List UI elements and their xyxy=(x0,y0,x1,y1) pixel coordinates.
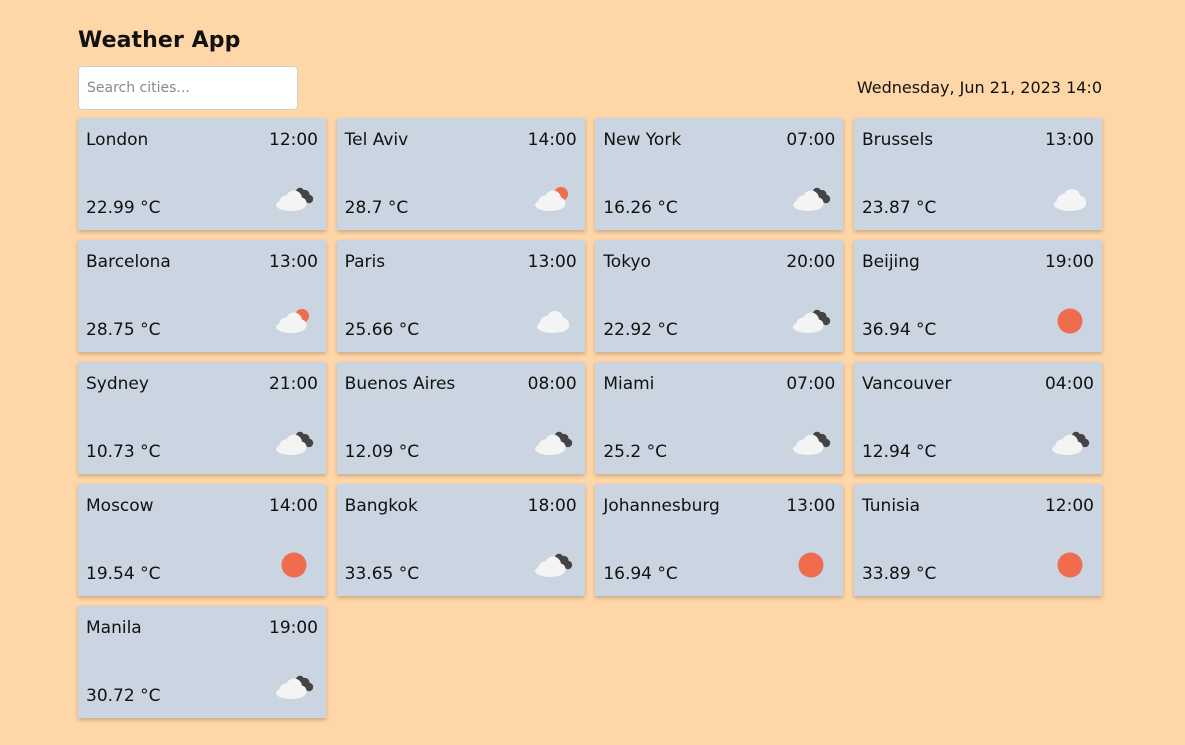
sun-icon xyxy=(1050,302,1090,336)
city-time: 21:00 xyxy=(269,374,318,394)
city-card[interactable]: Buenos Aires 08:00 12.09 °C xyxy=(336,362,585,474)
city-temperature: 33.65 °C xyxy=(344,564,420,584)
city-temperature: 12.09 °C xyxy=(344,442,420,462)
city-card[interactable]: Manila 19:00 30.72 °C xyxy=(78,606,326,718)
broken-clouds-icon xyxy=(274,180,314,214)
city-card[interactable]: Paris 13:00 25.66 °C xyxy=(336,240,585,352)
app-title: Weather App xyxy=(78,28,241,53)
city-name: Moscow xyxy=(86,496,154,516)
city-time: 19:00 xyxy=(1044,252,1094,272)
city-temperature: 23.87 °C xyxy=(861,198,937,218)
city-name: New York xyxy=(603,130,682,150)
city-name: Bangkok xyxy=(344,496,418,516)
sun-icon xyxy=(274,546,314,580)
cloud-icon xyxy=(533,302,573,336)
city-time: 14:00 xyxy=(269,496,318,516)
city-time: 08:00 xyxy=(527,374,577,394)
city-name: Paris xyxy=(344,252,386,272)
city-card[interactable]: Barcelona 13:00 28.75 °C xyxy=(78,240,326,352)
city-time: 13:00 xyxy=(1044,130,1094,150)
city-card[interactable]: Bangkok 18:00 33.65 °C xyxy=(336,484,585,596)
sun-icon xyxy=(791,546,831,580)
city-temperature: 25.2 °C xyxy=(603,442,667,462)
partly-sunny-icon xyxy=(533,180,573,214)
broken-clouds-icon xyxy=(274,424,314,458)
city-name: London xyxy=(86,130,149,150)
city-temperature: 28.7 °C xyxy=(344,198,409,218)
city-time: 07:00 xyxy=(786,374,836,394)
city-temperature: 36.94 °C xyxy=(861,320,937,340)
city-time: 13:00 xyxy=(527,252,577,272)
broken-clouds-icon xyxy=(274,668,314,702)
city-name: Brussels xyxy=(861,130,934,150)
city-temperature: 28.75 °C xyxy=(86,320,161,340)
toolbar: Wednesday, Jun 21, 2023 14:0 xyxy=(78,66,1102,110)
broken-clouds-icon xyxy=(1050,424,1090,458)
city-card[interactable]: Johannesburg 13:00 16.94 °C xyxy=(595,484,844,596)
city-card[interactable]: New York 07:00 16.26 °C xyxy=(595,118,844,230)
city-card[interactable]: London 12:00 22.99 °C xyxy=(78,118,326,230)
city-card[interactable]: Beijing 19:00 36.94 °C xyxy=(853,240,1102,352)
broken-clouds-icon xyxy=(791,424,831,458)
city-temperature: 16.26 °C xyxy=(603,198,678,218)
city-search-input[interactable] xyxy=(78,66,298,110)
broken-clouds-icon xyxy=(791,302,831,336)
city-name: Johannesburg xyxy=(603,496,720,516)
city-name: Tokyo xyxy=(603,252,651,272)
city-temperature: 10.73 °C xyxy=(86,442,161,462)
city-temperature: 30.72 °C xyxy=(86,686,161,706)
city-temperature: 19.54 °C xyxy=(86,564,161,584)
city-name: Sydney xyxy=(86,374,149,394)
city-time: 04:00 xyxy=(1044,374,1094,394)
city-name: Miami xyxy=(603,374,655,394)
weather-app: Weather App Wednesday, Jun 21, 2023 14:0… xyxy=(78,26,1102,718)
city-card[interactable]: Tokyo 20:00 22.92 °C xyxy=(595,240,844,352)
cloud-icon xyxy=(1050,180,1090,214)
city-card[interactable]: Tel Aviv 14:00 28.7 °C xyxy=(336,118,585,230)
broken-clouds-icon xyxy=(791,180,831,214)
city-card[interactable]: Moscow 14:00 19.54 °C xyxy=(78,484,326,596)
city-grid: London 12:00 22.99 °C Tel Aviv 14:00 28.7 °C… xyxy=(78,118,1102,718)
city-time: 13:00 xyxy=(269,252,318,272)
city-temperature: 16.94 °C xyxy=(603,564,678,584)
city-temperature: 33.89 °C xyxy=(861,564,937,584)
city-name: Barcelona xyxy=(86,252,171,272)
city-card[interactable]: Miami 07:00 25.2 °C xyxy=(595,362,844,474)
city-name: Manila xyxy=(86,618,142,638)
city-time: 19:00 xyxy=(269,618,318,638)
partly-sunny-icon xyxy=(274,302,314,336)
city-name: Buenos Aires xyxy=(344,374,456,394)
city-time: 12:00 xyxy=(1044,496,1094,516)
broken-clouds-icon xyxy=(533,424,573,458)
city-card[interactable]: Vancouver 04:00 12.94 °C xyxy=(853,362,1102,474)
city-name: Vancouver xyxy=(861,374,952,394)
city-temperature: 22.99 °C xyxy=(86,198,161,218)
current-datetime: Wednesday, Jun 21, 2023 14:0 xyxy=(856,78,1102,97)
broken-clouds-icon xyxy=(533,546,573,580)
city-card[interactable]: Brussels 13:00 23.87 °C xyxy=(853,118,1102,230)
city-time: 12:00 xyxy=(269,130,318,150)
city-card[interactable]: Tunisia 12:00 33.89 °C xyxy=(853,484,1102,596)
city-time: 13:00 xyxy=(786,496,836,516)
city-temperature: 25.66 °C xyxy=(344,320,420,340)
city-time: 14:00 xyxy=(527,130,577,150)
sun-icon xyxy=(1050,546,1090,580)
city-time: 18:00 xyxy=(527,496,577,516)
city-card[interactable]: Sydney 21:00 10.73 °C xyxy=(78,362,326,474)
city-time: 20:00 xyxy=(786,252,836,272)
city-name: Tel Aviv xyxy=(344,130,409,150)
city-name: Beijing xyxy=(861,252,920,272)
city-temperature: 12.94 °C xyxy=(861,442,937,462)
city-temperature: 22.92 °C xyxy=(603,320,678,340)
city-time: 07:00 xyxy=(786,130,836,150)
city-name: Tunisia xyxy=(861,496,921,516)
